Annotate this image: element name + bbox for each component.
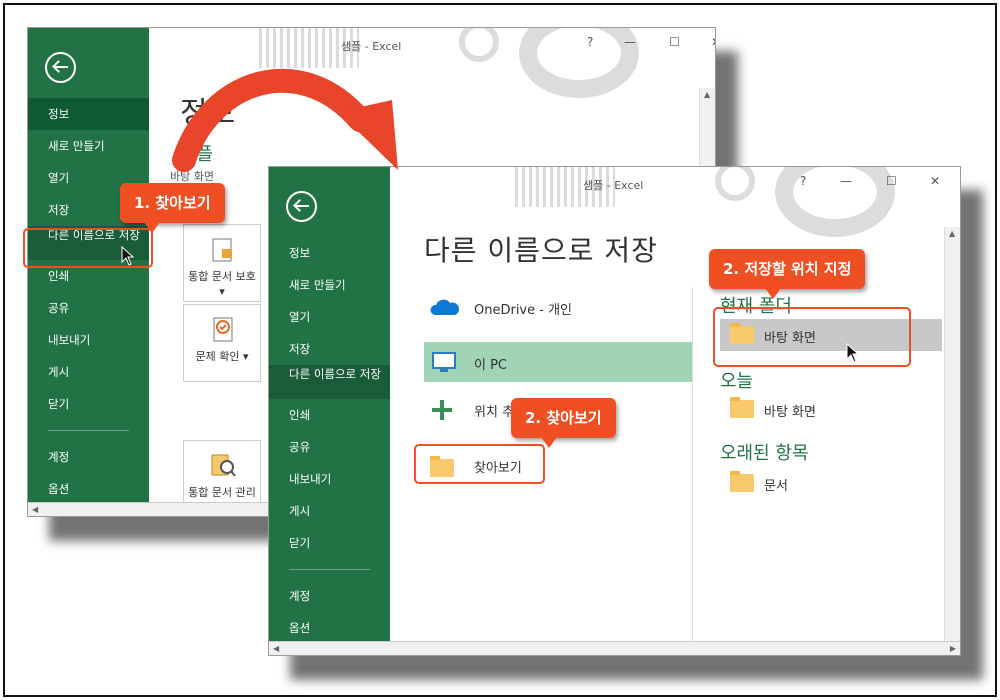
menu-item-options[interactable]: 옵션: [28, 473, 149, 505]
onedrive-icon: [430, 299, 459, 315]
horizontal-scrollbar[interactable]: ◀ ▶: [269, 641, 960, 655]
menu-item-publish[interactable]: 게시: [269, 495, 390, 527]
card-label: 통합 문서 보호 ▾: [188, 270, 256, 298]
section-today: 오늘: [720, 371, 754, 392]
backstage-menu: 정보 새로 만들기 열기 저장 다른 이름으로 저장 인쇄 공유 내보내기 게시…: [269, 237, 390, 644]
menu-divider: [48, 430, 129, 431]
add-location-icon: [432, 400, 452, 420]
mouse-pointer-icon: [846, 343, 860, 363]
location-label: 이 PC: [474, 358, 508, 373]
menu-item-save-as[interactable]: 다른 이름으로 저장: [269, 365, 390, 399]
back-arrow-icon[interactable]: [286, 191, 317, 222]
maximize-button[interactable]: ☐: [886, 174, 897, 188]
menu-item-print[interactable]: 인쇄: [269, 399, 390, 431]
minimize-button[interactable]: —: [624, 35, 636, 49]
window-title: 샘플 - Excel: [583, 179, 644, 192]
vertical-scrollbar[interactable]: ▲: [944, 227, 960, 641]
folder-label: 바탕 화면: [764, 405, 816, 420]
menu-item-export[interactable]: 내보내기: [28, 324, 149, 356]
page-title: 다른 이름으로 저장: [424, 234, 658, 267]
pane-divider: [692, 287, 693, 641]
backstage-sidebar: 정보 새로 만들기 열기 저장 다른 이름으로 저장 인쇄 공유 내보내기 게시…: [269, 167, 390, 641]
folder-item-documents[interactable]: 문서: [720, 467, 942, 499]
location-onedrive[interactable]: OneDrive - 개인: [424, 287, 692, 327]
minimize-button[interactable]: —: [840, 174, 852, 188]
menu-item-share[interactable]: 공유: [28, 292, 149, 324]
section-older: 오래된 항목: [720, 443, 809, 464]
protect-workbook-button[interactable]: 통합 문서 보호 ▾: [183, 224, 261, 302]
menu-item-open[interactable]: 열기: [269, 301, 390, 333]
menu-item-close[interactable]: 닫기: [269, 527, 390, 559]
menu-item-share[interactable]: 공유: [269, 431, 390, 463]
title-bar: 샘플 - Excel ? — ☐ ✕: [390, 167, 960, 237]
menu-item-publish[interactable]: 게시: [28, 356, 149, 388]
menu-item-account[interactable]: 계정: [269, 580, 390, 612]
highlight-browse: [414, 444, 545, 484]
mouse-pointer-icon: [121, 246, 135, 266]
location-label: OneDrive - 개인: [474, 303, 573, 318]
backstage-menu: 정보 새로 만들기 열기 저장 다른 이름으로 저장 인쇄 공유 내보내기 게시…: [28, 98, 149, 505]
window-title: 샘플 - Excel: [341, 40, 402, 53]
manage-workbook-icon: [211, 454, 236, 477]
menu-item-close[interactable]: 닫기: [28, 388, 149, 420]
highlight-current-folder: [713, 307, 911, 367]
menu-item-save[interactable]: 저장: [269, 333, 390, 365]
help-button[interactable]: ?: [587, 35, 593, 49]
folder-icon: [730, 397, 754, 418]
maximize-button[interactable]: ☐: [669, 35, 680, 49]
curved-arrow-icon: [172, 68, 398, 172]
close-button[interactable]: ✕: [930, 174, 940, 188]
location-this-pc[interactable]: 이 PC: [424, 342, 692, 382]
menu-item-options[interactable]: 옵션: [269, 612, 390, 644]
title-bar: 샘플 - Excel ? — ☐ ✕: [149, 28, 715, 98]
menu-divider: [289, 569, 370, 570]
annotation-step2-location: 2. 저장할 위치 지정: [709, 249, 866, 299]
menu-item-info[interactable]: 정보: [269, 237, 390, 269]
annotation-step1: 1. 찾아보기: [120, 183, 225, 233]
help-button[interactable]: ?: [800, 174, 806, 188]
check-issues-button[interactable]: 문제 확인 ▾: [183, 304, 261, 382]
folder-label: 문서: [764, 479, 788, 494]
menu-item-account[interactable]: 계정: [28, 441, 149, 473]
card-label: 문제 확인 ▾: [195, 350, 249, 363]
check-issues-icon: [213, 317, 233, 342]
menu-item-new[interactable]: 새로 만들기: [269, 269, 390, 301]
close-button[interactable]: ✕: [711, 35, 715, 49]
folder-icon: [730, 471, 754, 492]
pc-icon: [432, 352, 456, 372]
menu-item-export[interactable]: 내보내기: [269, 463, 390, 495]
back-arrow-icon[interactable]: [45, 52, 76, 83]
annotation-step2-browse: 2. 찾아보기: [511, 398, 616, 448]
folder-item-desktop-today[interactable]: 바탕 화면: [720, 393, 942, 425]
menu-item-new[interactable]: 새로 만들기: [28, 130, 149, 162]
menu-item-info[interactable]: 정보: [28, 98, 149, 130]
protect-workbook-icon: [212, 238, 232, 262]
